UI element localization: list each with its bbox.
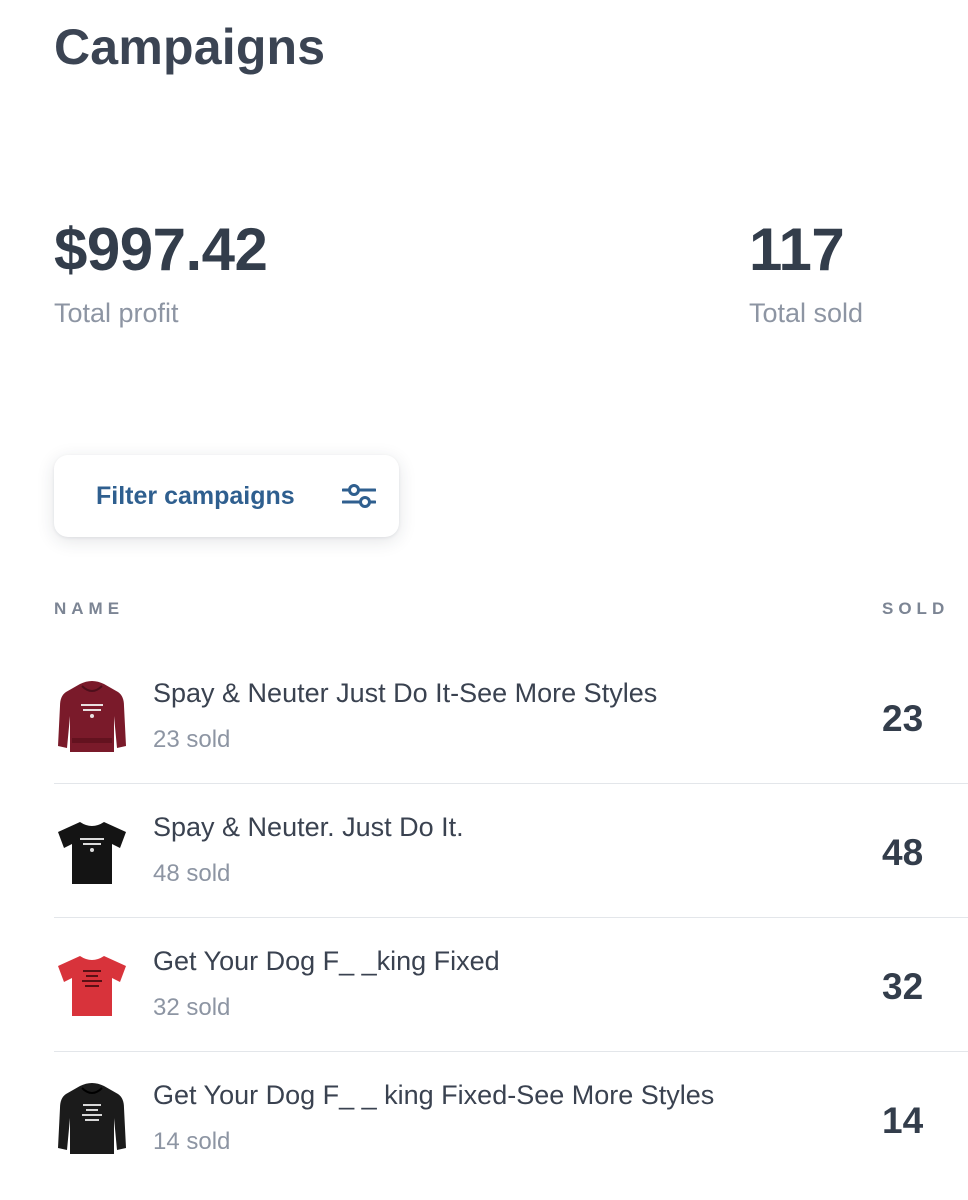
hoodie-thumbnail [58,681,126,752]
total-sold-stat: 117 Total sold [749,214,863,329]
hoodie-thumbnail [58,1083,126,1154]
campaign-row[interactable]: Get Your Dog F_ _ king Fixed-See More St… [54,1052,968,1186]
page-title: Campaigns [54,19,326,75]
campaign-row[interactable]: Get Your Dog F_ _king Fixed 32 sold 32 [54,918,968,1052]
campaign-sold-count: 14 [882,1100,924,1141]
tshirt-thumbnail [58,956,126,1016]
campaign-title[interactable]: Spay & Neuter Just Do It-See More Styles [153,678,657,709]
total-profit-value: $997.42 [54,216,268,283]
filter-campaigns-label: Filter campaigns [96,481,295,510]
campaign-sold-count: 48 [882,832,924,873]
filter-campaigns-button[interactable]: Filter campaigns [54,455,399,537]
campaign-list: Spay & Neuter Just Do It-See More Styles… [54,650,968,1186]
campaign-sold-count: 32 [882,966,924,1007]
total-sold-value: 117 [749,216,845,283]
campaign-row[interactable]: Spay & Neuter Just Do It-See More Styles… [54,650,968,784]
campaign-title[interactable]: Get Your Dog F_ _ king Fixed-See More St… [153,1080,714,1111]
campaign-row[interactable]: Spay & Neuter. Just Do It. 48 sold 48 [54,784,968,918]
sliders-icon [342,484,376,508]
campaign-title[interactable]: Get Your Dog F_ _king Fixed [153,946,500,977]
campaign-sold-subtitle: 32 sold [153,994,231,1021]
campaign-sold-count: 23 [882,698,924,739]
total-profit-stat: $997.42 Total profit [54,214,268,329]
tshirt-thumbnail [58,822,126,884]
total-sold-label: Total sold [749,298,864,328]
column-header-name[interactable]: NAME [54,599,124,619]
campaign-sold-subtitle: 14 sold [153,1128,231,1155]
campaign-sold-subtitle: 23 sold [153,726,231,753]
campaign-title[interactable]: Spay & Neuter. Just Do It. [153,812,464,843]
campaign-sold-subtitle: 48 sold [153,860,231,887]
total-profit-label: Total profit [54,298,179,328]
column-header-sold[interactable]: SOLD [882,599,949,619]
